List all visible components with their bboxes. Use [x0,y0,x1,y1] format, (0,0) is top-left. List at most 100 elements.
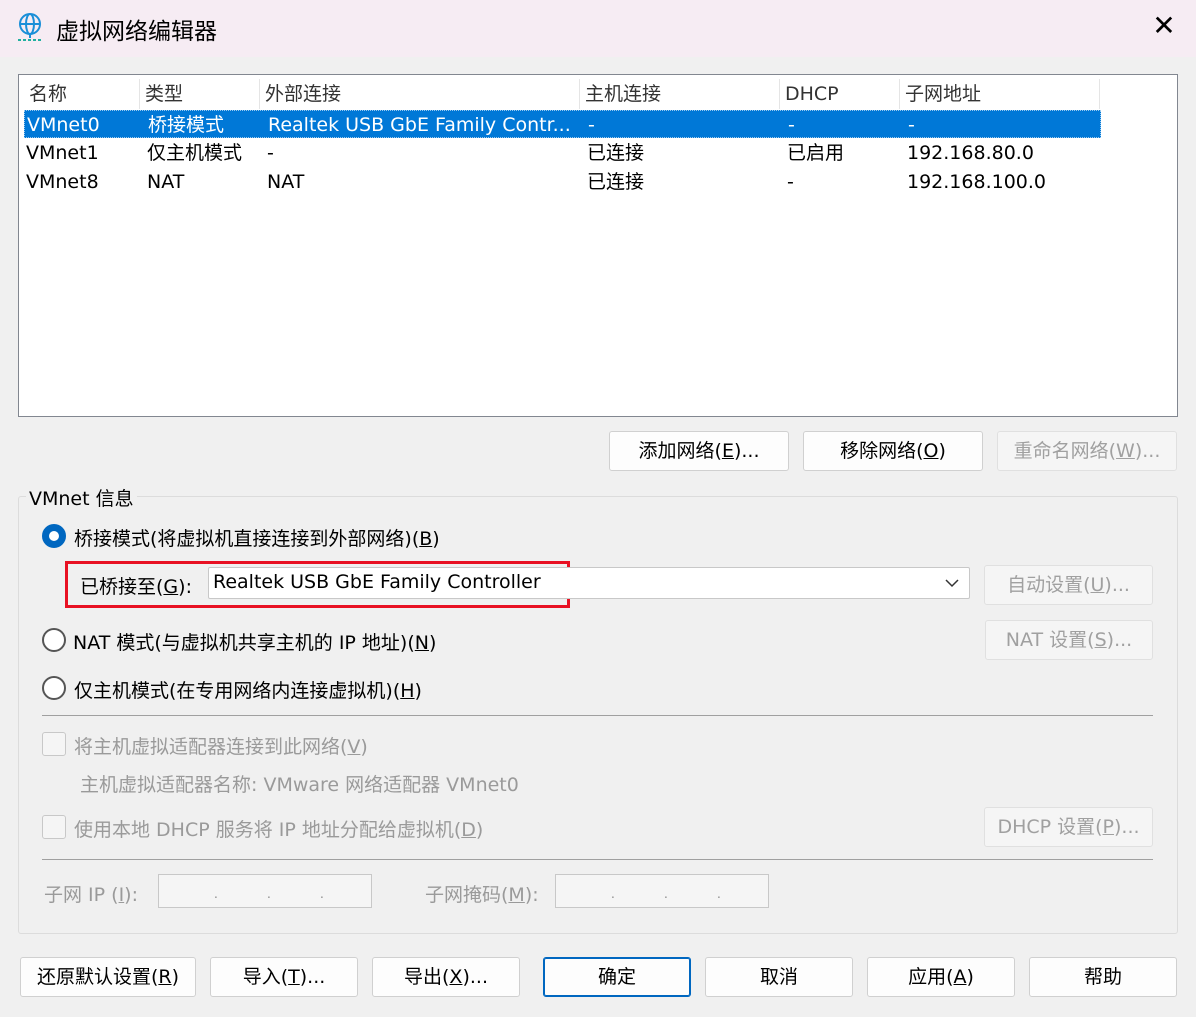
dhcp-checkbox [42,815,66,839]
label: DHCP 设置( [997,816,1103,838]
nat-radio[interactable] [42,628,66,652]
mnemonic: M [508,884,525,906]
subnet-ip-input: ... [158,874,372,908]
auto-settings-button: 自动设置(U)... [984,565,1153,605]
label: 子网 IP ( [44,884,119,906]
table-cell: 已连接 [587,171,645,193]
label: 还原默认设置( [36,966,159,988]
label: 子网掩码( [425,884,509,906]
column-header-subnet[interactable]: 子网地址 [900,79,1100,109]
mnemonic: B [419,528,433,550]
bridged-radio[interactable] [42,524,66,548]
table-row[interactable]: VMnet0 桥接模式 Realtek USB GbE Family Contr..… [24,110,1101,138]
mnemonic: U [1090,574,1105,596]
label: )... [462,966,488,988]
bridged-to-select[interactable]: Realtek USB GbE Family Controller [208,567,970,599]
window-title: 虚拟网络编辑器 [56,19,217,45]
label: )... [1106,629,1133,651]
label: 仅主机模式(在专用网络内连接虚拟机)( [74,680,401,702]
column-header-type[interactable]: 类型 [140,79,260,109]
export-button[interactable]: 导出(X)... [372,957,520,997]
restore-defaults-button[interactable]: 还原默认设置(R) [20,957,196,997]
label: NAT 设置( [1005,629,1095,651]
mnemonic: X [449,966,463,988]
table-cell: 已连接 [587,142,645,164]
mnemonic: N [414,632,429,654]
label: 重命名网络( [1013,440,1117,462]
column-header-name[interactable]: 名称 [24,79,140,109]
mnemonic: O [923,440,939,462]
cancel-button[interactable]: 取消 [705,957,853,997]
mnemonic: R [158,966,172,988]
table-cell: Realtek USB GbE Family Contr... [268,114,571,136]
close-icon[interactable]: ✕ [1150,12,1178,40]
chevron-down-icon [945,579,959,588]
import-button[interactable]: 导入(T)... [210,957,358,997]
label: ) [432,528,440,550]
table-cell: - [908,114,915,136]
mnemonic: A [953,966,967,988]
label: 将主机虚拟适配器连接到此网络( [74,736,348,758]
help-button[interactable]: 帮助 [1029,957,1177,997]
label: ): [524,884,539,906]
table-cell: NAT [267,171,305,193]
add-network-button[interactable]: 添加网络(E)... [609,431,789,471]
mnemonic: E [721,440,734,462]
table-cell: - [267,142,274,164]
subnet-ip-label: 子网 IP (I): [44,880,138,907]
table-row[interactable]: VMnet1 仅主机模式 - 已连接 已启用 192.168.80.0 [24,139,1101,167]
table-cell: VMnet8 [26,171,99,193]
label: 已桥接至( [80,576,164,598]
label: 移除网络( [840,440,924,462]
label: ): [124,884,138,906]
mnemonic: V [347,736,361,758]
label: )... [1134,440,1161,462]
label: ) [966,966,974,988]
label: 使用本地 DHCP 服务将 IP 地址分配给虚拟机( [74,819,462,841]
table-cell: - [788,114,795,136]
rename-network-button: 重命名网络(W)... [997,431,1177,471]
column-header-external[interactable]: 外部连接 [260,79,580,109]
mnemonic: S [1094,629,1107,651]
separator [42,859,1153,860]
mnemonic: W [1116,440,1135,462]
group-legend: VMnet 信息 [26,484,137,511]
host-only-radio[interactable] [42,676,66,700]
label: ) [475,819,484,841]
label: )... [299,966,326,988]
adapter-name-text: 主机虚拟适配器名称: VMware 网络适配器 VMnet0 [80,774,519,796]
nat-settings-button: NAT 设置(S)... [985,620,1153,660]
label: 桥接模式(将虚拟机直接连接到外部网络)( [74,528,420,550]
label: 自动设置( [1007,574,1091,596]
table-cell: 桥接模式 [148,114,225,136]
selected-adapter: Realtek USB GbE Family Controller [213,571,541,593]
label: ) [360,736,368,758]
column-header-dhcp[interactable]: DHCP [780,79,900,109]
remove-network-button[interactable]: 移除网络(O) [803,431,983,471]
label: ) [938,440,946,462]
label: )... [733,440,760,462]
label: ) [171,966,180,988]
network-list[interactable]: 名称 类型 外部连接 主机连接 DHCP 子网地址 VMnet0 桥接模式 Real… [18,74,1178,417]
label: ): [178,576,192,598]
label: )... [1104,574,1130,596]
column-header-host[interactable]: 主机连接 [580,79,780,109]
table-cell: VMnet1 [26,142,99,164]
table-cell: 仅主机模式 [147,142,243,164]
nat-label[interactable]: NAT 模式(与虚拟机共享主机的 IP 地址)(N) [73,628,436,655]
separator [42,715,1153,716]
connect-adapter-checkbox [42,732,66,756]
ok-button[interactable]: 确定 [543,957,691,997]
label: NAT 模式(与虚拟机共享主机的 IP 地址)( [73,632,415,654]
table-cell: - [588,114,595,136]
label: ) [414,680,422,702]
label: ) [428,632,437,654]
table-cell: VMnet0 [27,114,100,136]
globe-network-icon [18,13,42,41]
apply-button[interactable]: 应用(A) [867,957,1015,997]
host-only-label[interactable]: 仅主机模式(在专用网络内连接虚拟机)(H) [74,676,422,703]
table-row[interactable]: VMnet8 NAT NAT 已连接 - 192.168.100.0 [24,168,1101,196]
bridged-label[interactable]: 桥接模式(将虚拟机直接连接到外部网络)(B) [74,524,440,551]
mnemonic: H [400,680,415,702]
table-cell: 192.168.100.0 [907,171,1047,193]
